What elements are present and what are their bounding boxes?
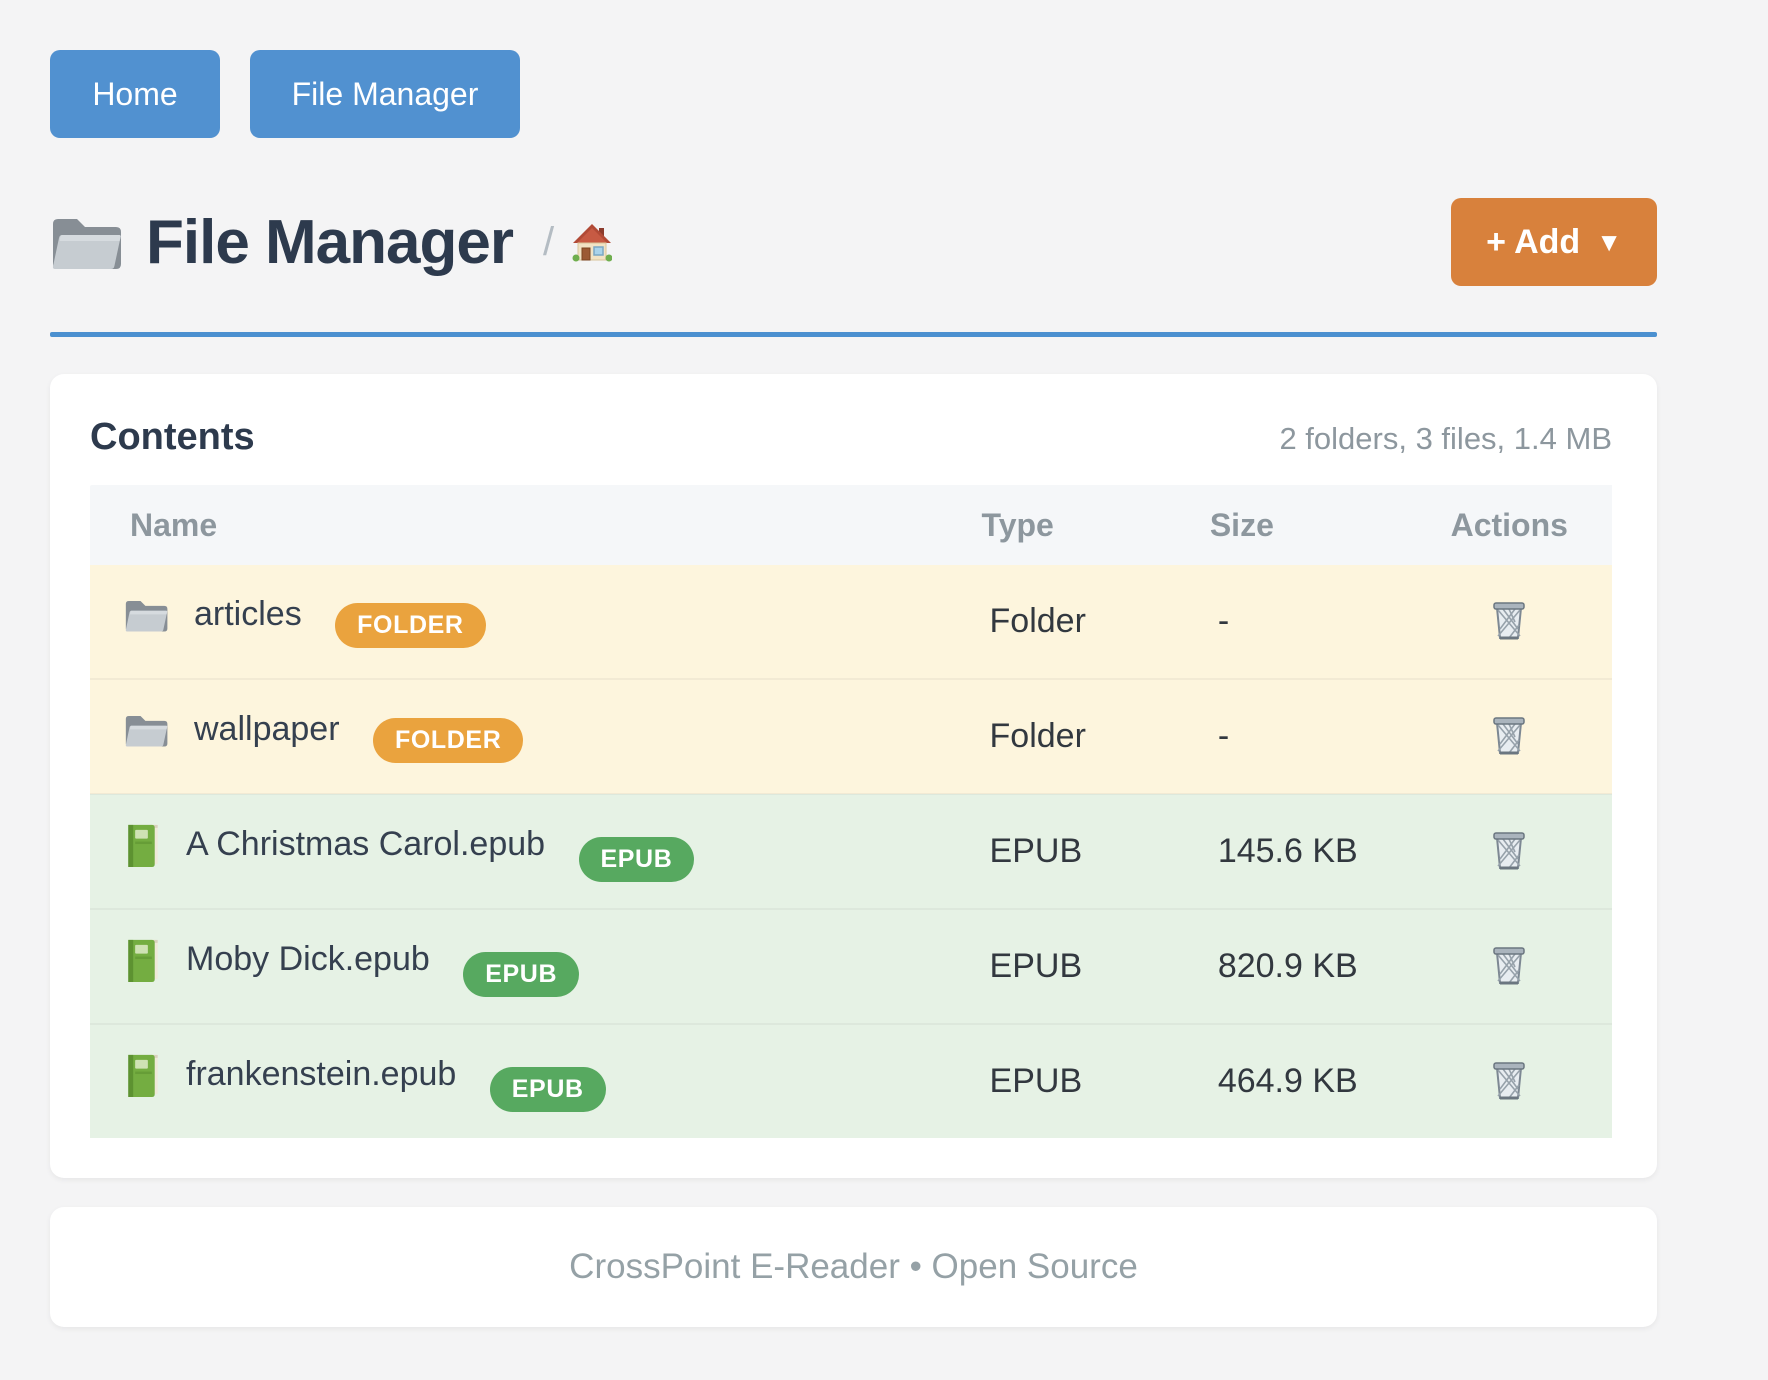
epub-badge: EPUB [490, 1067, 606, 1112]
page-container: Home File Manager File Manager / + Add ▼… [50, 0, 1657, 1327]
epub-badge: EPUB [579, 837, 695, 882]
folder-link[interactable]: articles [124, 595, 302, 634]
file-link[interactable]: frankenstein.epub [124, 1052, 456, 1097]
contents-summary: 2 folders, 3 files, 1.4 MB [1279, 421, 1612, 457]
column-header-type: Type [958, 485, 1186, 565]
item-name: wallpaper [194, 710, 340, 749]
item-size: - [1186, 565, 1407, 679]
item-name: A Christmas Carol.epub [186, 825, 545, 864]
trash-icon [1491, 598, 1527, 642]
house-icon [572, 222, 612, 262]
item-name: articles [194, 595, 302, 634]
item-type: EPUB [958, 1024, 1186, 1138]
page-title-group: File Manager / [50, 207, 612, 278]
folder-badge: FOLDER [373, 718, 523, 763]
file-link[interactable]: Moby Dick.epub [124, 937, 430, 982]
item-name: Moby Dick.epub [186, 940, 430, 979]
item-type: EPUB [958, 794, 1186, 909]
delete-button[interactable] [1485, 822, 1533, 878]
trash-icon [1491, 1058, 1527, 1102]
trash-icon [1491, 943, 1527, 987]
table-row-wallpaper: wallpaper FOLDER Folder - [90, 679, 1612, 794]
breadcrumb-separator: / [543, 220, 554, 265]
item-type: EPUB [958, 909, 1186, 1024]
add-button[interactable]: + Add ▼ [1451, 198, 1657, 286]
accent-divider [50, 332, 1657, 337]
folder-badge: FOLDER [335, 603, 485, 648]
column-header-size: Size [1186, 485, 1407, 565]
contents-card: Contents 2 folders, 3 files, 1.4 MB Name… [50, 374, 1657, 1178]
file-table-header: Name Type Size Actions [90, 485, 1612, 565]
footer-text: CrossPoint E-Reader • Open Source [569, 1247, 1138, 1287]
breadcrumb-home-link[interactable] [572, 222, 612, 262]
file-table: Name Type Size Actions articles FOLDER [90, 485, 1612, 1138]
folder-link[interactable]: wallpaper [124, 710, 340, 749]
top-nav: Home File Manager [50, 50, 1657, 138]
item-type: Folder [958, 565, 1186, 679]
folder-icon [124, 597, 168, 633]
table-row-moby-dick: Moby Dick.epub EPUB EPUB 820.9 KB [90, 909, 1612, 1024]
table-row-christmas-carol: A Christmas Carol.epub EPUB EPUB 145.6 K… [90, 794, 1612, 909]
item-type: Folder [958, 679, 1186, 794]
delete-button[interactable] [1485, 1052, 1533, 1108]
footer-card: CrossPoint E-Reader • Open Source [50, 1207, 1657, 1327]
file-manager-button[interactable]: File Manager [250, 50, 520, 138]
column-header-actions: Actions [1407, 485, 1612, 565]
delete-button[interactable] [1485, 937, 1533, 993]
item-size: 145.6 KB [1186, 794, 1407, 909]
contents-card-header: Contents 2 folders, 3 files, 1.4 MB [90, 416, 1612, 459]
page-title: File Manager [146, 207, 513, 278]
table-row-articles: articles FOLDER Folder - [90, 565, 1612, 679]
home-button[interactable]: Home [50, 50, 220, 138]
green-book-icon [124, 822, 160, 867]
epub-badge: EPUB [463, 952, 579, 997]
folder-icon [50, 213, 122, 271]
add-button-label: + Add [1486, 223, 1580, 262]
item-size: 464.9 KB [1186, 1024, 1407, 1138]
delete-button[interactable] [1485, 707, 1533, 763]
page-header: File Manager / + Add ▼ [50, 197, 1657, 287]
file-link[interactable]: A Christmas Carol.epub [124, 822, 545, 867]
table-row-frankenstein: frankenstein.epub EPUB EPUB 464.9 KB [90, 1024, 1612, 1138]
item-name: frankenstein.epub [186, 1055, 456, 1094]
contents-title: Contents [90, 416, 255, 459]
delete-button[interactable] [1485, 592, 1533, 648]
green-book-icon [124, 937, 160, 982]
item-size: 820.9 KB [1186, 909, 1407, 1024]
trash-icon [1491, 713, 1527, 757]
green-book-icon [124, 1052, 160, 1097]
trash-icon [1491, 828, 1527, 872]
chevron-down-icon: ▼ [1596, 227, 1622, 258]
column-header-name: Name [90, 485, 958, 565]
folder-icon [124, 712, 168, 748]
item-size: - [1186, 679, 1407, 794]
